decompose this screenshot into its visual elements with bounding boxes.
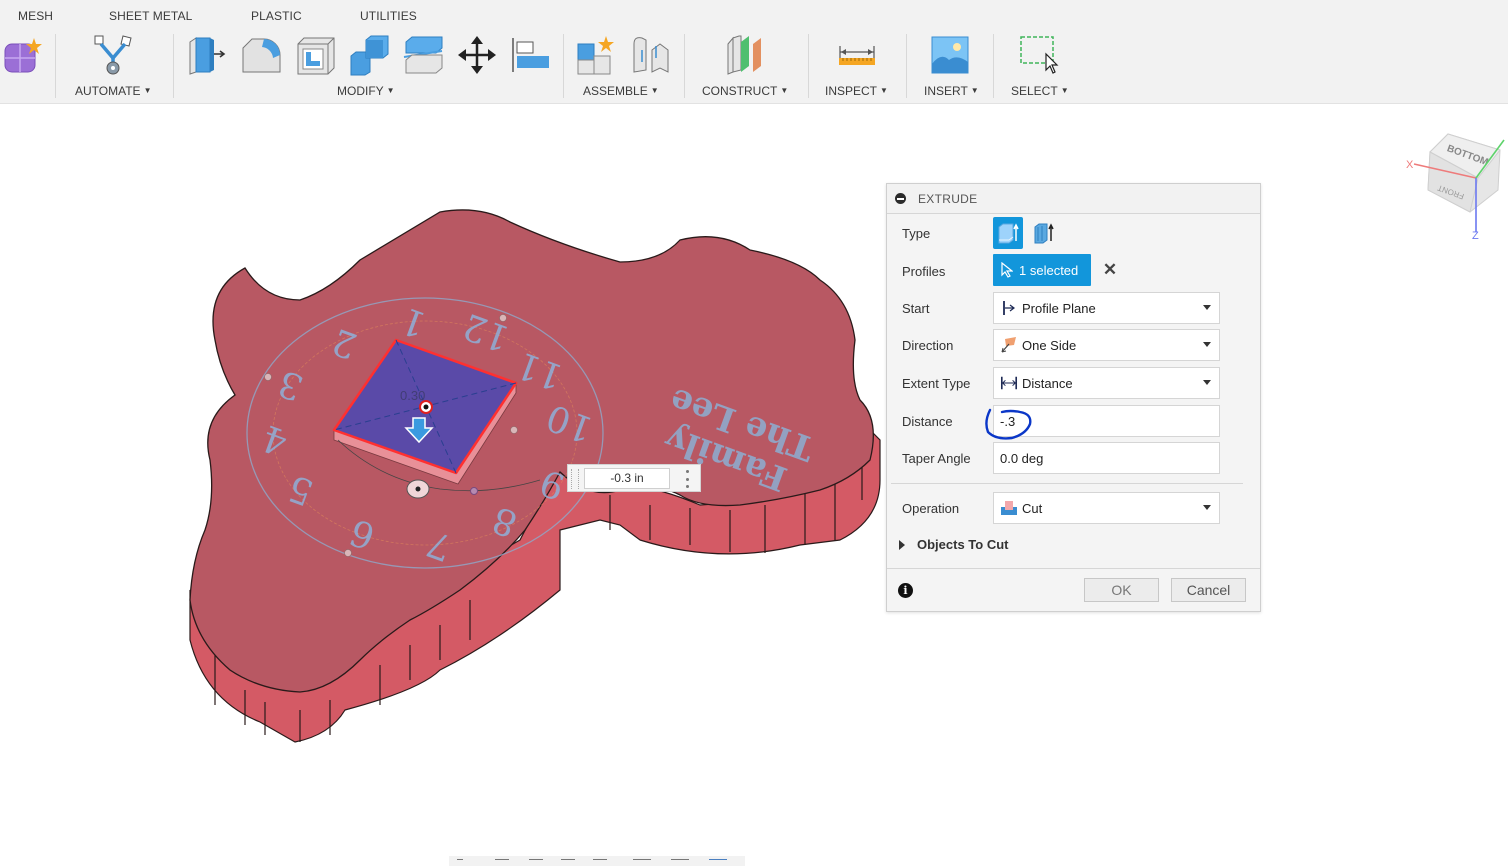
navigation-bar [449,856,745,866]
sketch-dimension: 0.30 [400,388,425,403]
solid-extrude-icon [998,223,1019,244]
view-cube[interactable]: BOTTOM FRONT X Z [1400,130,1508,240]
sketch-point[interactable] [499,314,507,322]
ok-button[interactable]: OK [1084,578,1159,602]
separator [906,34,907,98]
profiles-value: 1 selected [1019,262,1079,278]
taper-angle-value: 0.0 deg [1000,450,1044,466]
caret-down-icon: ▼ [1060,86,1069,95]
dropdown-caret-icon [1203,342,1211,347]
direction-label: Direction [902,338,954,353]
start-label: Start [902,301,930,316]
display-settings-icon[interactable] [633,859,651,866]
collapse-icon[interactable] [895,193,906,204]
one-side-icon [1000,336,1018,354]
extent-type-label: Extent Type [902,376,971,391]
sketch-point[interactable] [510,426,518,434]
z-axis-label: Z [1472,230,1479,240]
look-at-icon[interactable] [495,859,509,866]
insert-label: INSERT [924,84,968,98]
extent-type-dropdown[interactable]: Distance [993,367,1220,399]
dialog-header[interactable]: EXTRUDE [887,184,1260,214]
select-window-icon [1020,36,1059,74]
viewports-icon[interactable] [709,859,727,866]
x-axis-label: X [1406,159,1414,171]
zoom-icon[interactable] [561,859,575,866]
pan-icon[interactable] [529,859,543,866]
insert-image-icon [931,36,969,74]
clear-selection-icon[interactable]: ✕ [1102,260,1118,280]
cancel-button[interactable]: Cancel [1171,578,1246,602]
profiles-selection-button[interactable]: 1 selected [993,254,1091,286]
cut-operation-icon [1000,499,1018,517]
orbit-icon[interactable] [457,859,463,866]
select-button[interactable] [1018,34,1060,76]
objects-to-cut-label: Objects To Cut [917,537,1009,552]
dialog-title: EXTRUDE [918,191,978,206]
more-options-icon[interactable] [684,470,690,488]
drag-grip-handle[interactable] [571,469,579,489]
dropdown-caret-icon [1203,505,1211,510]
insert-image-button[interactable] [929,34,971,76]
distance-popup-input[interactable]: -0.3 in [584,468,670,489]
start-value: Profile Plane [1022,300,1096,316]
fit-icon[interactable] [593,859,607,866]
extrude-dialog: EXTRUDE Type Profiles 1 selected ✕ Start… [886,183,1261,612]
thin-extrude-icon [1034,223,1054,244]
profiles-label: Profiles [902,264,946,279]
start-dropdown[interactable]: Profile Plane [993,292,1220,324]
operation-dropdown[interactable]: Cut [993,492,1220,524]
type-label: Type [902,226,931,241]
direction-value: One Side [1022,337,1077,353]
cursor-arrow-icon [1001,262,1013,278]
sketch-point[interactable] [264,373,272,381]
annotation-circle [985,408,1032,440]
caret-down-icon: ▼ [970,86,979,95]
model-body[interactable]: 12 1 2 3 4 5 6 7 8 9 10 11 The Lee Famil… [0,0,900,866]
dropdown-caret-icon [1203,380,1211,385]
direction-dropdown[interactable]: One Side [993,329,1220,361]
distance-manipulator-popup: -0.3 in [567,464,701,492]
solid-extrude-type-button[interactable] [993,217,1023,249]
operation-value: Cut [1022,500,1043,516]
section-divider [891,483,1243,484]
select-label: SELECT [1011,84,1058,98]
insert-menu[interactable]: INSERT ▼ [924,84,979,98]
dropdown-caret-icon [1203,305,1211,310]
expand-triangle-icon [899,539,905,550]
taper-angle-label: Taper Angle [902,451,971,466]
profile-plane-icon [1000,299,1018,317]
thin-extrude-type-button[interactable] [1029,217,1059,249]
distance-label: Distance [902,414,953,429]
dialog-footer: i OK Cancel [887,568,1260,612]
extent-type-value: Distance [1022,375,1073,391]
info-icon[interactable]: i [898,583,913,598]
select-menu[interactable]: SELECT ▼ [1011,84,1069,98]
operation-label: Operation [902,501,960,516]
sketch-point[interactable] [344,549,352,557]
distance-extent-icon [1000,374,1018,392]
separator [993,34,994,98]
grid-settings-icon[interactable] [671,859,689,866]
sketch-point[interactable] [470,487,478,495]
objects-to-cut-expander[interactable]: Objects To Cut [899,537,1008,552]
taper-angle-input[interactable]: 0.0 deg [993,442,1220,474]
